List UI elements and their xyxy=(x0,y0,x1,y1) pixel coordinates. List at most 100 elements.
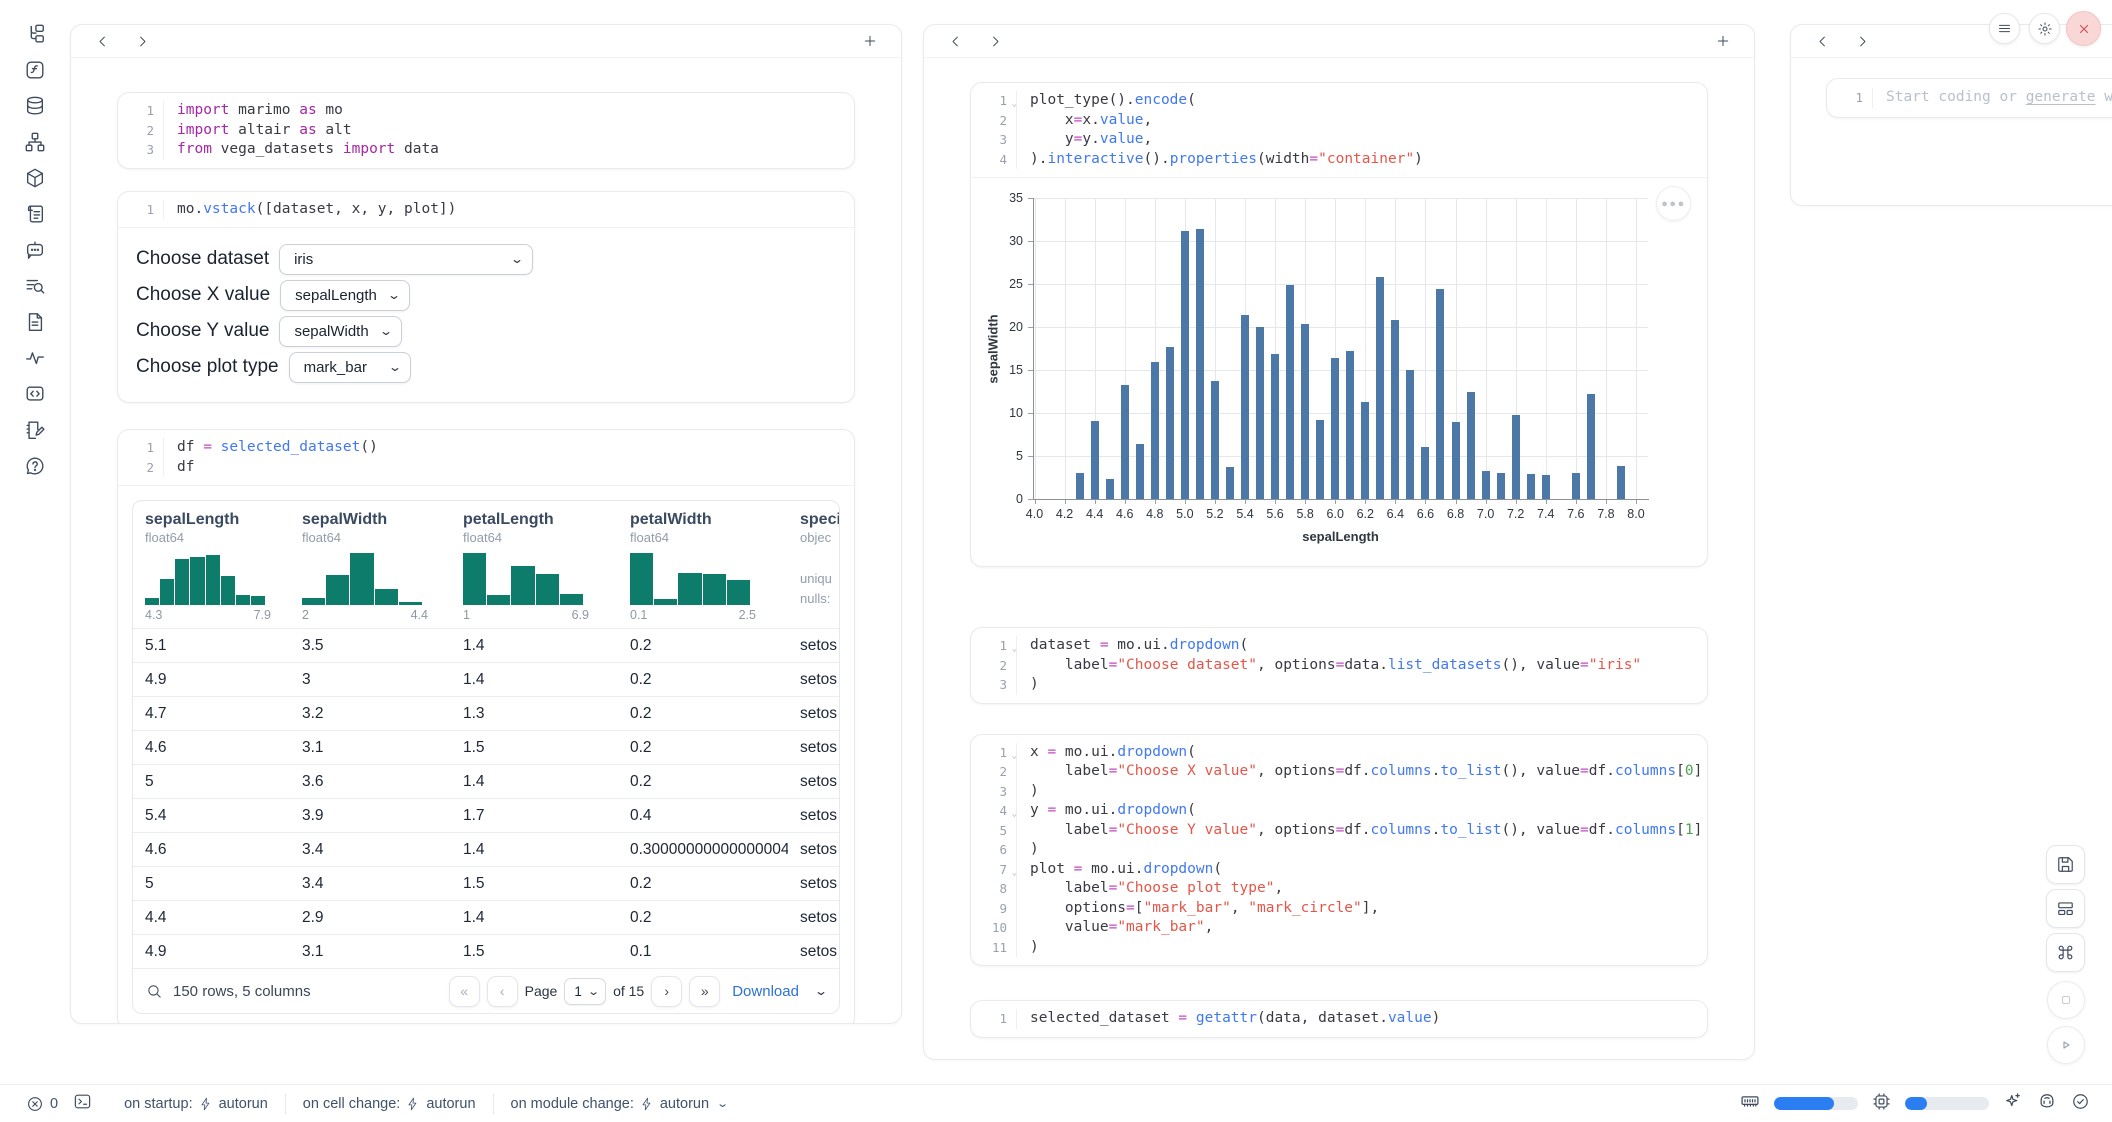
chart-bar[interactable] xyxy=(1421,447,1429,499)
chart-bar[interactable] xyxy=(1527,474,1535,499)
code-line[interactable]: 3) xyxy=(971,782,1693,802)
table-row[interactable]: 5.13.51.40.2setos xyxy=(133,628,839,662)
column-header-cell[interactable]: petalLengthfloat6416.9 xyxy=(451,511,618,622)
column-histogram[interactable] xyxy=(463,553,583,605)
chart-bar[interactable] xyxy=(1572,473,1580,499)
chart-bar[interactable] xyxy=(1271,354,1279,499)
column-next-button[interactable] xyxy=(984,30,1006,52)
column-prev-button[interactable] xyxy=(1811,30,1833,52)
column-header-cell[interactable]: speciobjecuniqunulls: xyxy=(788,511,839,622)
next-page-button[interactable]: › xyxy=(651,976,682,1007)
chart-bar[interactable] xyxy=(1452,422,1460,499)
layout-panels-button[interactable] xyxy=(2046,889,2085,928)
chart-bar[interactable] xyxy=(1467,392,1475,500)
chart-menu-button[interactable]: ●●● xyxy=(1656,186,1691,221)
chart-bar[interactable] xyxy=(1361,402,1369,499)
chart-bar[interactable] xyxy=(1121,385,1129,499)
bar-chart[interactable]: 4.04.24.44.64.85.05.25.45.65.86.06.26.46… xyxy=(983,182,1703,566)
code-line[interactable]: 11) xyxy=(971,938,1693,958)
search-list-icon[interactable] xyxy=(24,274,47,297)
cell-dataset-dropdown[interactable]: 1⌄dataset = mo.ui.dropdown(2 label="Choo… xyxy=(970,627,1708,704)
cell-plot[interactable]: 1⌄plot_type().encode(2 x=x.value,3 y=y.v… xyxy=(970,82,1708,567)
menu-button[interactable] xyxy=(1989,13,2020,44)
column-next-button[interactable] xyxy=(1851,30,1873,52)
copilot-button[interactable] xyxy=(2037,1091,2057,1116)
code-line[interactable]: 1selected_dataset = getattr(data, datase… xyxy=(971,1009,1693,1029)
chart-bar[interactable] xyxy=(1497,473,1505,499)
error-indicator[interactable]: 0 xyxy=(26,1095,58,1113)
chart-bar[interactable] xyxy=(1346,351,1354,499)
column-histogram[interactable] xyxy=(302,553,422,605)
table-row[interactable]: 4.73.21.30.2setos xyxy=(133,696,839,730)
table-row[interactable]: 53.61.40.2setos xyxy=(133,764,839,798)
script-icon[interactable] xyxy=(24,202,47,225)
column-header-cell[interactable]: sepalLengthfloat644.37.9 xyxy=(133,511,290,622)
chart-bar[interactable] xyxy=(1331,358,1339,499)
cell-placeholder[interactable]: Start coding or generate with AI xyxy=(1873,88,2112,108)
column-next-button[interactable] xyxy=(131,30,153,52)
table-row[interactable]: 5.43.91.70.4setos xyxy=(133,798,839,832)
document-icon[interactable] xyxy=(24,310,47,333)
code-line[interactable]: 2df xyxy=(118,458,840,478)
code-line[interactable]: 3 y=y.value, xyxy=(971,130,1693,150)
stop-button[interactable] xyxy=(2047,981,2085,1019)
chart-bar[interactable] xyxy=(1136,444,1144,499)
column-prev-button[interactable] xyxy=(944,30,966,52)
table-row[interactable]: 4.63.11.50.2setos xyxy=(133,730,839,764)
settings-gear-button[interactable] xyxy=(2029,13,2060,44)
last-page-button[interactable]: » xyxy=(689,976,720,1007)
chart-bar[interactable] xyxy=(1587,394,1595,499)
prev-page-button[interactable]: ‹ xyxy=(487,976,518,1007)
cell-imports[interactable]: 1import marimo as mo2import altair as al… xyxy=(117,92,855,169)
download-button[interactable]: Download⌄ xyxy=(732,983,826,1000)
generate-link[interactable]: generate xyxy=(2026,89,2096,105)
statusbar-autorun-item[interactable]: on module change:autorun⌄ xyxy=(494,1096,745,1112)
code-editor[interactable]: 1⌄dataset = mo.ui.dropdown(2 label="Choo… xyxy=(971,628,1707,703)
column-header-cell[interactable]: petalWidthfloat640.12.5 xyxy=(618,511,788,622)
chart-bar[interactable] xyxy=(1376,277,1384,499)
code-line[interactable]: 8 label="Choose plot type", xyxy=(971,879,1693,899)
code-editor[interactable]: 1import marimo as mo2import altair as al… xyxy=(118,93,854,168)
run-button[interactable] xyxy=(2047,1026,2085,1064)
chat-bot-icon[interactable] xyxy=(24,238,47,261)
chart-bar[interactable] xyxy=(1391,320,1399,499)
ai-sparkles-button[interactable] xyxy=(2003,1091,2023,1116)
help-icon[interactable] xyxy=(24,454,47,477)
add-cell-button[interactable] xyxy=(859,30,881,52)
chart-bar[interactable] xyxy=(1226,467,1234,499)
code-line[interactable]: 4).interactive().properties(width="conta… xyxy=(971,150,1693,170)
save-button[interactable] xyxy=(2046,845,2085,884)
code-line[interactable]: 2import altair as alt xyxy=(118,121,840,141)
code-line[interactable]: 10 value="mark_bar", xyxy=(971,918,1693,938)
cell-selected-dataset[interactable]: 1selected_dataset = getattr(data, datase… xyxy=(970,1000,1708,1038)
dropdown-select-2[interactable]: sepalWidth⌄ xyxy=(279,316,401,347)
table-row[interactable]: 4.93.11.50.1setos xyxy=(133,934,839,968)
cell-xy-plot-dropdowns[interactable]: 1⌄x = mo.ui.dropdown(2 label="Choose X v… xyxy=(970,734,1708,967)
column-histogram[interactable] xyxy=(145,553,265,605)
code-line[interactable]: 2 x=x.value, xyxy=(971,111,1693,131)
code-line[interactable]: 5 label="Choose Y value", options=df.col… xyxy=(971,821,1693,841)
package-icon[interactable] xyxy=(24,166,47,189)
command-shortcuts-button[interactable] xyxy=(2046,933,2085,972)
code-editor[interactable]: 1⌄x = mo.ui.dropdown(2 label="Choose X v… xyxy=(971,735,1707,966)
code-editor[interactable]: 1selected_dataset = getattr(data, datase… xyxy=(971,1001,1707,1037)
dropdown-select-3[interactable]: mark_bar⌄ xyxy=(289,352,411,383)
code-line[interactable]: 1⌄x = mo.ui.dropdown( xyxy=(971,743,1693,763)
chart-bar[interactable] xyxy=(1196,229,1204,499)
code-editor[interactable]: 1⌄plot_type().encode(2 x=x.value,3 y=y.v… xyxy=(971,83,1707,177)
code-line[interactable]: 2 label="Choose dataset", options=data.l… xyxy=(971,656,1693,676)
chart-bar[interactable] xyxy=(1151,362,1159,499)
table-row[interactable]: 4.63.41.40.30000000000000004setos xyxy=(133,832,839,866)
cell-dataframe[interactable]: 1df = selected_dataset()2df sepalLengthf… xyxy=(117,429,855,1024)
chart-bar[interactable] xyxy=(1482,471,1490,499)
code-line[interactable]: 1df = selected_dataset() xyxy=(118,438,840,458)
database-icon[interactable] xyxy=(24,94,47,117)
chart-bar[interactable] xyxy=(1286,285,1294,499)
chart-bar[interactable] xyxy=(1256,327,1264,499)
table-row[interactable]: 4.42.91.40.2setos xyxy=(133,900,839,934)
chart-bar[interactable] xyxy=(1301,324,1309,499)
chart-bar[interactable] xyxy=(1211,381,1219,499)
chart-bar[interactable] xyxy=(1076,473,1084,499)
code-editor[interactable]: 1df = selected_dataset()2df xyxy=(118,430,854,485)
chart-bar[interactable] xyxy=(1166,347,1174,499)
